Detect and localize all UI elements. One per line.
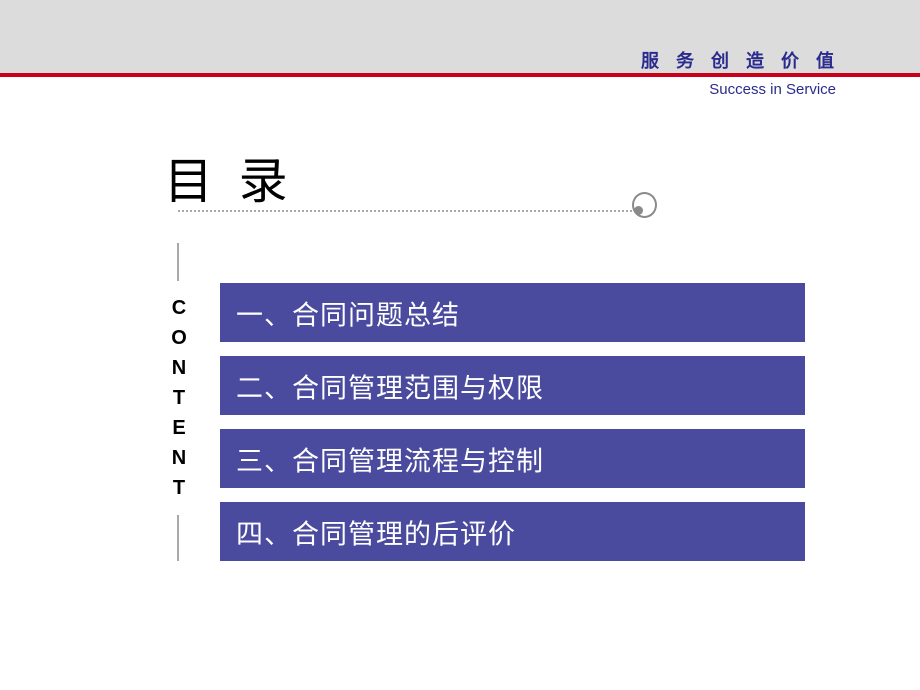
agenda-item-4[interactable]: 四、合同管理的后评价 (220, 502, 805, 561)
header-red-rule (0, 73, 920, 77)
rail-line-bottom (177, 515, 179, 561)
rail-letter: N (171, 447, 187, 469)
agenda-list: 一、合同问题总结 二、合同管理范围与权限 三、合同管理流程与控制 四、合同管理的… (220, 283, 805, 575)
rail-letter: T (172, 477, 186, 499)
agenda-item-label: 一、合同问题总结 (236, 300, 460, 330)
rail-line-top (177, 243, 179, 281)
rail-letter: T (172, 387, 186, 409)
agenda-item-label: 三、合同管理流程与控制 (236, 446, 544, 476)
brand-tagline-en: Success in Service (709, 81, 836, 98)
rail-letter: N (171, 357, 187, 379)
agenda-item-2[interactable]: 二、合同管理范围与权限 (220, 356, 805, 415)
rail-letter: O (171, 327, 187, 349)
rail-letter: E (172, 417, 186, 439)
agenda-item-label: 二、合同管理范围与权限 (236, 373, 544, 403)
agenda-item-1[interactable]: 一、合同问题总结 (220, 283, 805, 342)
title-circle-icon (632, 192, 657, 218)
content-vertical-label: C O N T E N T (168, 293, 190, 503)
agenda-item-label: 四、合同管理的后评价 (236, 519, 516, 549)
rail-letter: C (171, 297, 187, 319)
page-title: 目 录 (164, 155, 294, 209)
content-rail: C O N T E N T (168, 243, 190, 563)
agenda-item-3[interactable]: 三、合同管理流程与控制 (220, 429, 805, 488)
title-dotted-line (177, 210, 637, 212)
brand-tagline-cn: 服 务 创 造 价 值 (640, 51, 840, 71)
